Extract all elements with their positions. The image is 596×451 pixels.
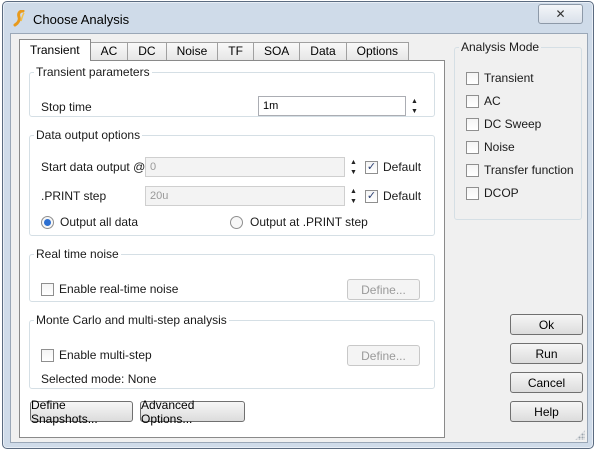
tab-transient[interactable]: Transient	[19, 39, 91, 61]
mode-dcop-label: DCOP	[484, 186, 519, 200]
enable-multistep-checkbox[interactable]	[41, 349, 54, 362]
stop-time-input[interactable]: 1m	[258, 96, 406, 116]
mode-dc-sweep-label: DC Sweep	[484, 117, 542, 131]
tab-tf[interactable]: TF	[218, 42, 254, 60]
output-all-data-label: Output all data	[60, 215, 139, 229]
group-title: Monte Carlo and multi-step analysis	[36, 313, 227, 327]
mode-transfer-function-checkbox[interactable]	[466, 164, 479, 177]
start-data-output-label: Start data output @	[41, 160, 146, 174]
tab-data[interactable]: Data	[300, 42, 347, 60]
print-step-input[interactable]: 20u	[145, 186, 345, 206]
close-button[interactable]: ✕	[538, 4, 583, 24]
define-snapshots-button[interactable]: Define Snapshots...	[30, 398, 133, 426]
dialog-client-area: Transient AC DC Noise TF SOA Data Option…	[10, 33, 588, 443]
mode-transfer-function-label: Transfer function	[484, 163, 574, 177]
mode-ac-checkbox[interactable]	[466, 95, 479, 108]
run-button[interactable]: Run	[510, 343, 583, 364]
analysis-mode-group: Analysis Mode Transient AC DC Sweep Nois…	[454, 40, 582, 220]
realtime-noise-define-button[interactable]: Define...	[347, 279, 420, 300]
tab-dc[interactable]: DC	[128, 42, 167, 60]
data-output-group: Data output options Start data output @ …	[29, 128, 435, 236]
mode-dc-sweep-checkbox[interactable]	[466, 118, 479, 131]
print-default-label: Default	[383, 189, 422, 203]
stop-time-spinner[interactable]: ▲ ▼	[409, 96, 420, 116]
group-title: Transient parameters	[36, 65, 150, 79]
mode-dcop-checkbox[interactable]	[466, 187, 479, 200]
mode-noise-checkbox[interactable]	[466, 141, 479, 154]
spin-up-icon[interactable]: ▲	[348, 186, 359, 196]
tab-ac[interactable]: AC	[90, 42, 129, 60]
start-default-label: Default	[383, 160, 422, 174]
tab-strip: Transient AC DC Noise TF SOA Data Option…	[19, 39, 410, 61]
spin-up-icon[interactable]: ▲	[409, 96, 420, 106]
dialog-window: Choose Analysis ✕ Transient AC DC Noise …	[2, 1, 594, 449]
stop-time-label: Stop time	[41, 100, 92, 114]
selected-mode-text: Selected mode: None	[41, 372, 157, 386]
print-default-checkbox[interactable]: ✓	[365, 190, 378, 203]
print-step-spinner[interactable]: ▲ ▼	[348, 186, 359, 206]
ok-button[interactable]: Ok	[510, 314, 583, 335]
output-print-step-radio[interactable]	[230, 216, 243, 229]
tab-options[interactable]: Options	[346, 42, 410, 60]
output-all-data-radio[interactable]	[41, 216, 54, 229]
spin-up-icon[interactable]: ▲	[348, 157, 359, 167]
monte-carlo-group: Monte Carlo and multi-step analysis Enab…	[29, 313, 435, 389]
mode-ac-label: AC	[484, 94, 501, 108]
enable-realtime-noise-label: Enable real-time noise	[59, 282, 179, 296]
spin-down-icon[interactable]: ▼	[348, 167, 359, 177]
spin-down-icon[interactable]: ▼	[348, 196, 359, 206]
tab-noise[interactable]: Noise	[166, 42, 219, 60]
group-title: Analysis Mode	[461, 40, 540, 54]
close-icon: ✕	[555, 7, 566, 21]
transient-parameters-group: Transient parameters Stop time 1m ▲ ▼	[29, 65, 435, 117]
mode-noise-label: Noise	[484, 140, 515, 154]
mode-transient-label: Transient	[484, 71, 534, 85]
realtime-noise-group: Real time noise Enable real-time noise D…	[29, 247, 435, 302]
start-data-output-input[interactable]: 0	[145, 157, 345, 177]
title-bar: Choose Analysis ✕	[3, 2, 593, 36]
transient-tab-panel: Transient parameters Stop time 1m ▲ ▼ Da…	[19, 60, 445, 438]
app-logo-icon	[13, 10, 25, 27]
group-title: Real time noise	[36, 247, 119, 261]
print-step-label: .PRINT step	[41, 189, 107, 203]
output-print-step-label: Output at .PRINT step	[250, 215, 368, 229]
start-default-checkbox[interactable]: ✓	[365, 161, 378, 174]
cancel-button[interactable]: Cancel	[510, 372, 583, 393]
mode-transient-checkbox[interactable]	[466, 72, 479, 85]
group-title: Data output options	[36, 128, 141, 142]
help-button[interactable]: Help	[510, 401, 583, 422]
enable-realtime-noise-checkbox[interactable]	[41, 283, 54, 296]
spin-down-icon[interactable]: ▼	[409, 106, 420, 116]
tab-soa[interactable]: SOA	[253, 42, 301, 60]
resize-grip[interactable]	[575, 430, 585, 440]
window-title: Choose Analysis	[33, 12, 130, 27]
advanced-options-button[interactable]: Advanced Options...	[140, 398, 245, 426]
enable-multistep-label: Enable multi-step	[59, 348, 152, 362]
multistep-define-button[interactable]: Define...	[347, 345, 420, 366]
start-data-spinner[interactable]: ▲ ▼	[348, 157, 359, 177]
